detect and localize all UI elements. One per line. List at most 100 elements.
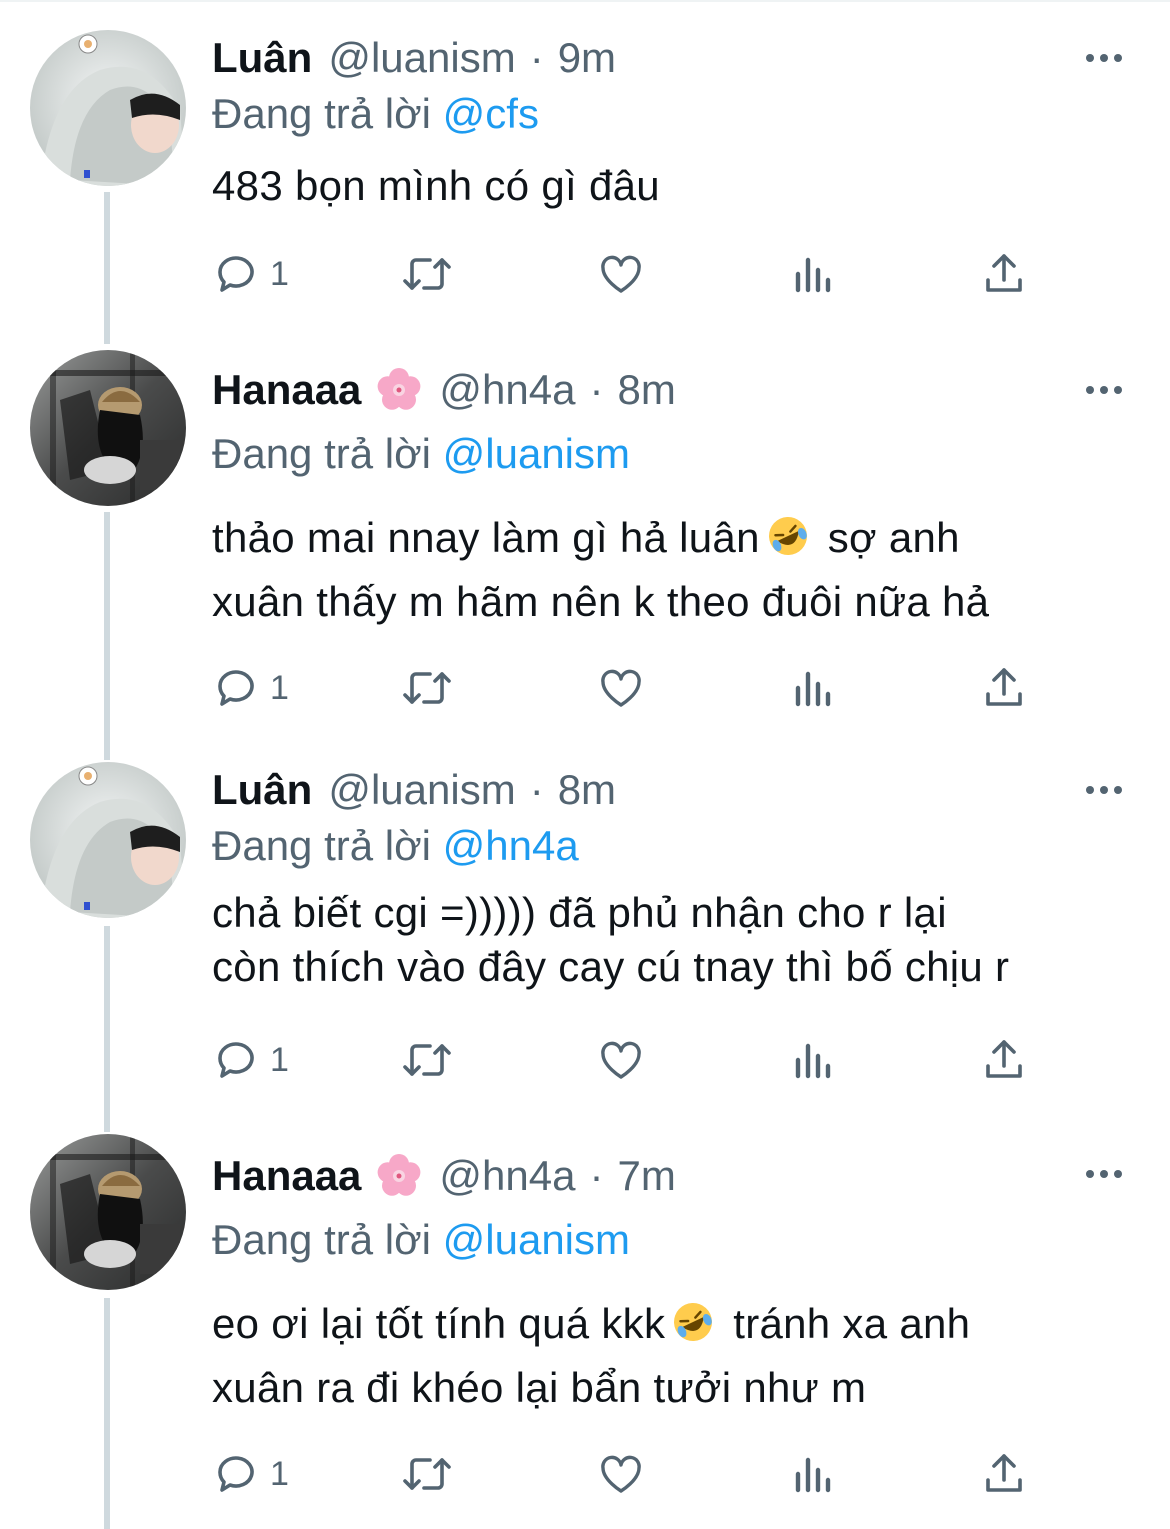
reply-icon [218, 256, 254, 292]
tweet[interactable]: Hanaaa @hn4a · 7m Đang trả lời @luanism … [0, 1134, 1170, 1529]
display-name[interactable]: Hanaaa [212, 362, 361, 418]
views-button[interactable] [790, 1448, 834, 1500]
tweet-header: Luân @luanism · 9m [212, 30, 616, 86]
action-bar: 1 [212, 1448, 1042, 1500]
display-name[interactable]: Luân [212, 762, 312, 818]
retweet-button[interactable] [400, 1034, 454, 1086]
reply-count: 1 [270, 1454, 289, 1493]
reply-button[interactable]: 1 [212, 662, 289, 714]
more-icon[interactable] [1086, 1170, 1122, 1178]
reply-button[interactable]: 1 [212, 248, 289, 300]
replying-to: Đang trả lời @hn4a [212, 818, 579, 874]
views-icon [795, 257, 831, 293]
more-icon[interactable] [1086, 786, 1122, 794]
retweet-button[interactable] [400, 662, 454, 714]
share-button[interactable] [980, 662, 1028, 714]
separator-dot: · [529, 34, 544, 81]
like-icon [601, 255, 641, 293]
tweet-text-segment: sợ anh [827, 514, 960, 561]
retweet-icon [403, 672, 451, 704]
more-icon[interactable] [1086, 54, 1122, 62]
tweet[interactable]: Hanaaa @hn4a · 8m Đang trả lời @luanism … [0, 350, 1170, 750]
reply-mention[interactable]: @cfs [443, 90, 539, 137]
like-icon [601, 669, 641, 707]
user-handle[interactable]: @hn4a [439, 1148, 575, 1204]
replying-to-label: Đang trả lời [212, 1216, 431, 1263]
separator-dot: · [589, 366, 604, 413]
separator-dot: · [529, 766, 544, 813]
more-icon[interactable] [1086, 386, 1122, 394]
display-name[interactable]: Luân [212, 30, 312, 86]
tweet-text-line: xuân thấy m hãm nên k theo đuôi nữa hả [212, 578, 990, 625]
tweet-text: thảo mai nnay làm gì hả luân sợ anh xuân… [212, 506, 1152, 634]
action-bar: 1 [212, 662, 1042, 714]
views-button[interactable] [790, 662, 834, 714]
cherry-blossom-icon [378, 368, 421, 410]
user-handle[interactable]: @hn4a [439, 362, 575, 418]
tweet-text-line: còn thích vào đây cay cú tnay thì bố chị… [212, 943, 1010, 990]
views-icon [795, 671, 831, 707]
share-button[interactable] [980, 1034, 1028, 1086]
replying-to-label: Đang trả lời [212, 90, 431, 137]
views-button[interactable] [790, 248, 834, 300]
tweet-text-line: xuân ra đi khéo lại bẩn tưởi như m [212, 1364, 867, 1411]
tweet-header: Hanaaa @hn4a · 8m [212, 362, 676, 418]
tweet-text-segment: thảo mai nnay làm gì hả luân [212, 514, 760, 561]
like-icon [601, 1041, 641, 1079]
tweet-text: eo ơi lại tốt tính quá kkk tránh xa anh … [212, 1292, 1152, 1420]
rofl-emoji [674, 1303, 713, 1341]
user-handle[interactable]: @luanism [328, 30, 515, 86]
timestamp[interactable]: 8m [618, 362, 676, 418]
retweet-icon [403, 258, 451, 290]
views-icon [795, 1043, 831, 1079]
tweet[interactable]: Luân @luanism · 9m Đang trả lời @cfs 483… [0, 30, 1170, 330]
retweet-button[interactable] [400, 248, 454, 300]
tweet[interactable]: Luân @luanism · 8m Đang trả lời @hn4a ch… [0, 762, 1170, 1122]
avatar[interactable] [30, 762, 186, 918]
avatar[interactable] [30, 1134, 186, 1290]
share-button[interactable] [980, 1448, 1028, 1500]
replying-to-label: Đang trả lời [212, 822, 431, 869]
replying-to: Đang trả lời @luanism [212, 1212, 630, 1268]
timestamp[interactable]: 9m [558, 30, 616, 86]
replying-to: Đang trả lời @luanism [212, 426, 630, 482]
avatar[interactable] [30, 350, 186, 506]
reply-icon [218, 1042, 254, 1078]
reply-button[interactable]: 1 [212, 1034, 289, 1086]
like-button[interactable] [596, 1448, 646, 1500]
tweet-header: Luân @luanism · 8m [212, 762, 616, 818]
like-icon [601, 1455, 641, 1493]
tweet-text-line: 483 bọn mình có gì đâu [212, 162, 660, 209]
reply-icon [218, 1456, 254, 1492]
share-icon [986, 668, 1022, 706]
replying-to: Đang trả lời @cfs [212, 86, 539, 142]
share-icon [986, 254, 1022, 292]
cherry-blossom-icon [378, 1154, 421, 1196]
reply-mention[interactable]: @luanism [443, 430, 630, 477]
share-button[interactable] [980, 248, 1028, 300]
reply-count: 1 [270, 1040, 289, 1079]
like-button[interactable] [596, 662, 646, 714]
tweet-text-segment: eo ơi lại tốt tính quá kkk [212, 1300, 666, 1347]
tweet-text-segment: tránh xa anh [733, 1300, 971, 1347]
timestamp[interactable]: 7m [618, 1148, 676, 1204]
like-button[interactable] [596, 1034, 646, 1086]
reply-mention[interactable]: @luanism [443, 1216, 630, 1263]
user-handle[interactable]: @luanism [328, 762, 515, 818]
action-bar: 1 [212, 248, 1042, 300]
views-button[interactable] [790, 1034, 834, 1086]
timestamp[interactable]: 8m [558, 762, 616, 818]
tweet-text: 483 bọn mình có gì đâu [212, 154, 1152, 218]
like-button[interactable] [596, 248, 646, 300]
reply-count: 1 [270, 254, 289, 293]
separator-dot: · [589, 1152, 604, 1199]
views-icon [795, 1457, 831, 1493]
reply-icon [218, 670, 254, 706]
display-name[interactable]: Hanaaa [212, 1148, 361, 1204]
top-divider [0, 0, 1170, 2]
reply-mention[interactable]: @hn4a [443, 822, 579, 869]
reply-button[interactable]: 1 [212, 1448, 289, 1500]
avatar[interactable] [30, 30, 186, 186]
retweet-button[interactable] [400, 1448, 454, 1500]
replying-to-label: Đang trả lời [212, 430, 431, 477]
